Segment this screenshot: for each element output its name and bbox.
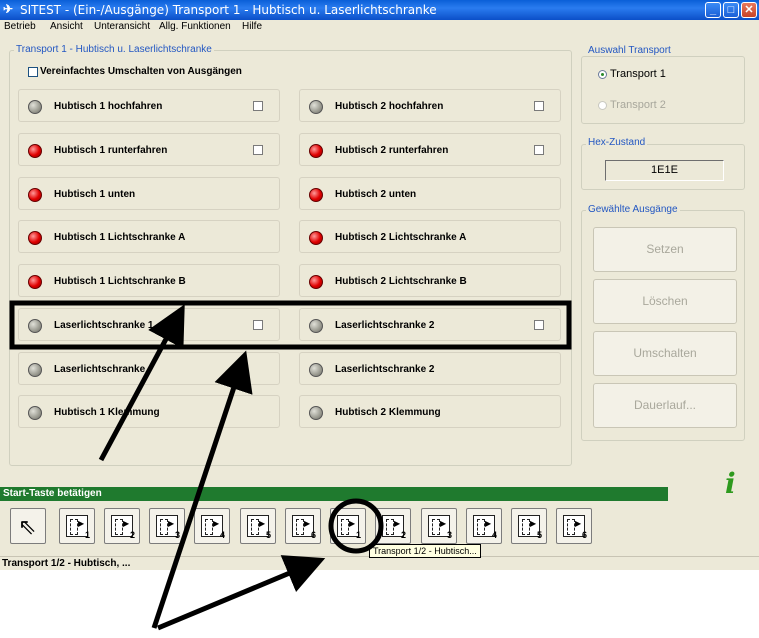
annotation-overlay <box>9 300 572 631</box>
highlight-box <box>9 300 572 350</box>
arrow-2 <box>151 350 253 629</box>
arrow-1 <box>98 304 185 462</box>
highlight-circle <box>328 498 384 554</box>
arrow-3 <box>157 555 326 631</box>
